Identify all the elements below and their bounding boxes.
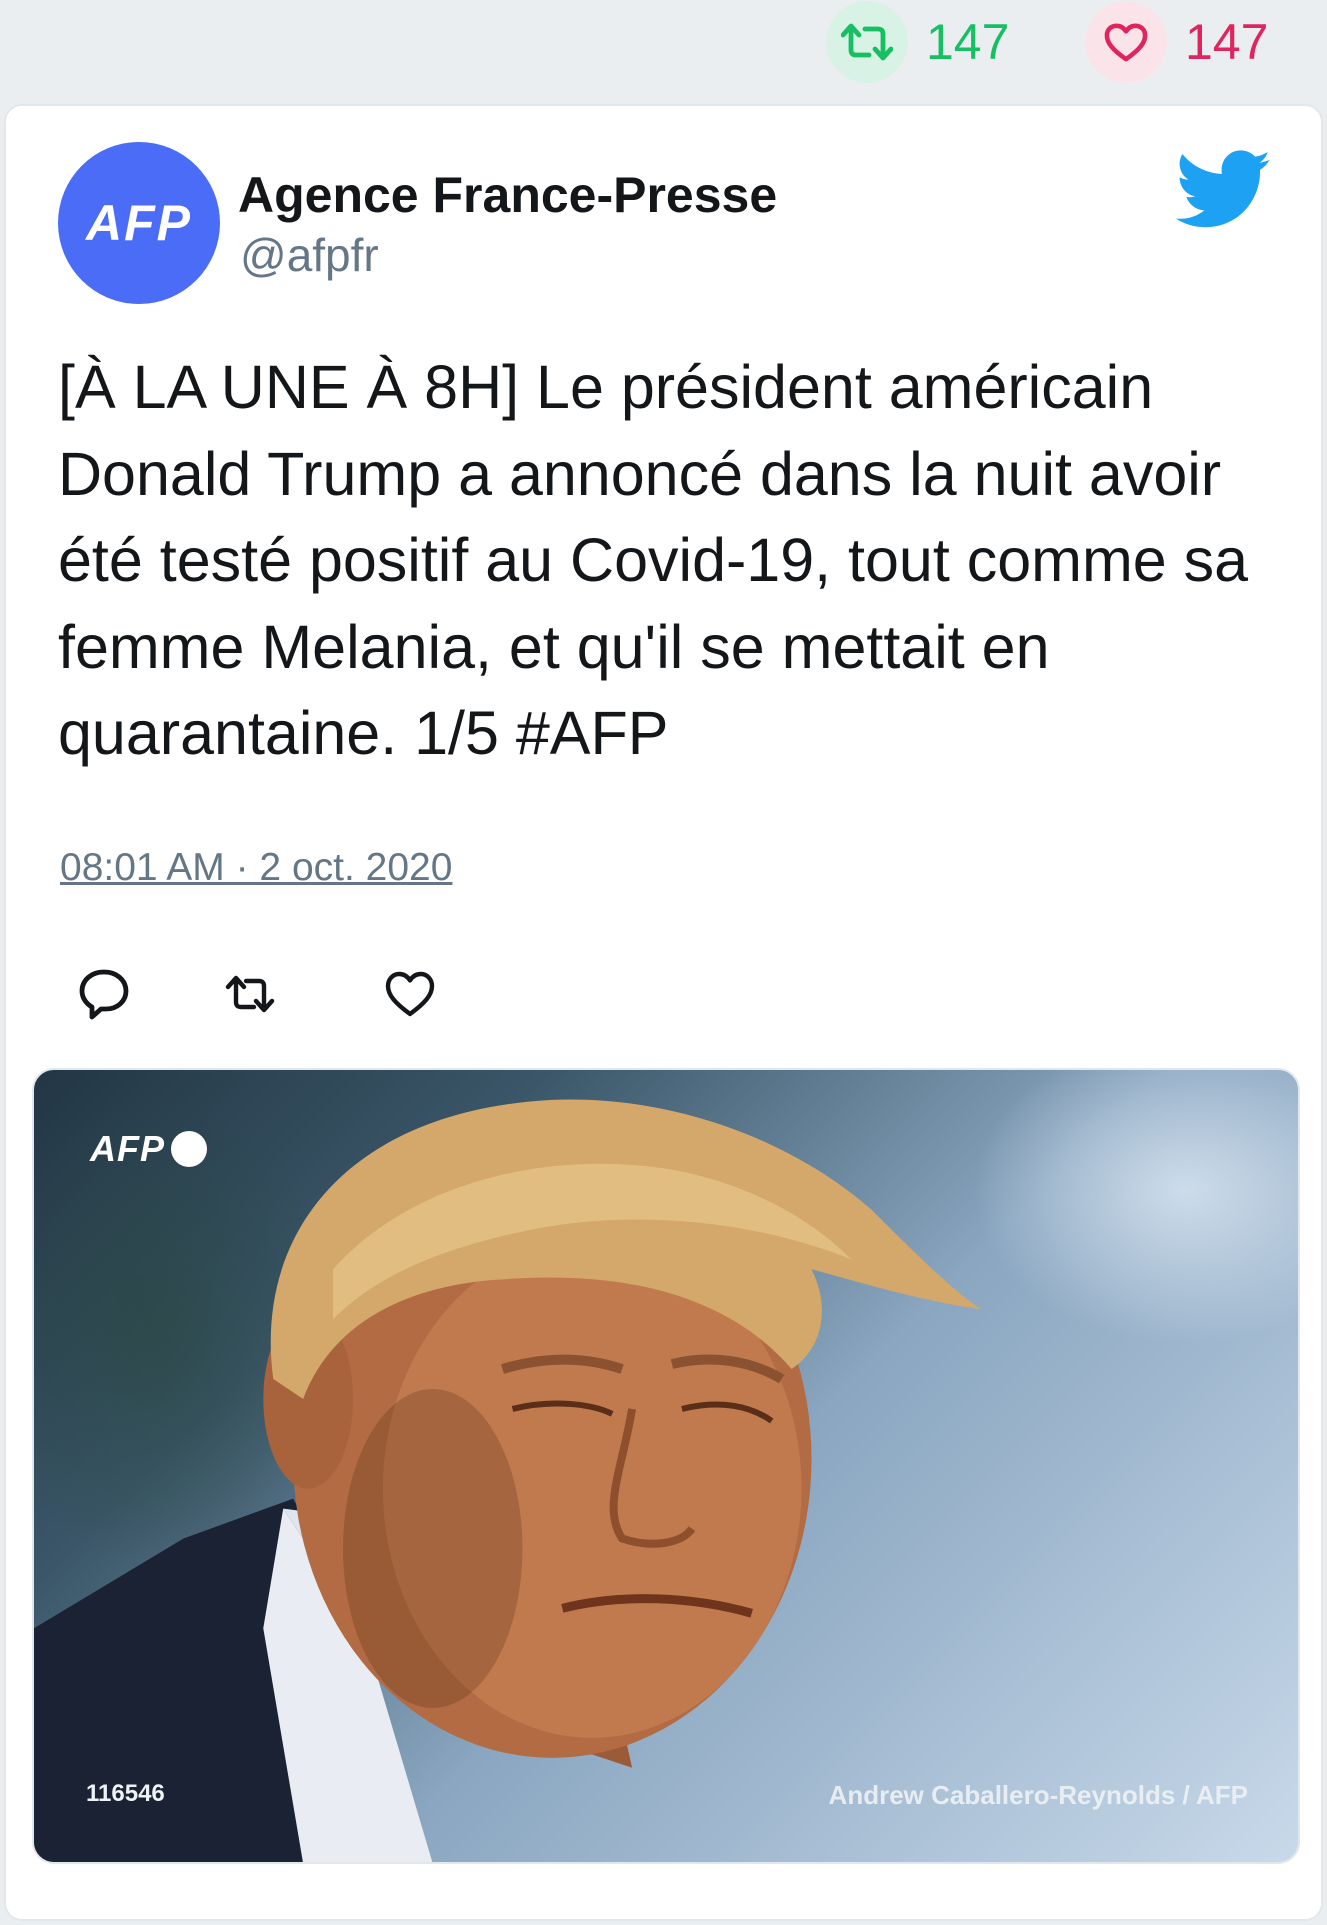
- like-icon[interactable]: [382, 966, 438, 1022]
- like-stat-icon-circle: [1085, 1, 1167, 83]
- author-name[interactable]: Agence France-Presse: [238, 166, 777, 224]
- afp-watermark: AFP: [90, 1128, 207, 1170]
- photo-id: 116546: [86, 1780, 165, 1807]
- retweet-stat-icon-circle: [826, 1, 908, 83]
- twitter-bird-icon[interactable]: [1174, 150, 1274, 230]
- like-count: 147: [1185, 14, 1269, 70]
- tweet-photo[interactable]: AFP 116546 Andrew Caballero-Reynolds / A…: [32, 1068, 1300, 1864]
- retweet-stat[interactable]: 147: [826, 0, 1009, 84]
- retweet-icon[interactable]: [222, 966, 278, 1022]
- tweet-text: [À LA UNE À 8H] Le président américain D…: [58, 353, 1249, 767]
- like-stat[interactable]: 147: [1085, 0, 1268, 84]
- avatar[interactable]: AFP: [58, 142, 220, 304]
- tweet-card[interactable]: AFP Agence France-Presse @afpfr [À LA UN…: [4, 104, 1323, 1921]
- afp-watermark-text: AFP: [90, 1128, 165, 1169]
- photo-credit: Andrew Caballero-Reynolds / AFP: [828, 1780, 1248, 1810]
- tweet-timestamp[interactable]: 08:01 AM · 2 oct. 2020: [60, 846, 452, 890]
- retweet-icon: [841, 23, 893, 61]
- reply-icon[interactable]: [76, 966, 132, 1022]
- heart-icon: [1104, 23, 1148, 62]
- author-handle[interactable]: @afpfr: [240, 228, 379, 282]
- tweet-actions: [76, 966, 496, 1026]
- afp-watermark-dot: [171, 1131, 207, 1167]
- avatar-logo-text: AFP: [86, 195, 192, 251]
- portrait-photo: [34, 1099, 981, 1862]
- retweet-count: 147: [926, 14, 1010, 70]
- engagement-stats: 147 147: [0, 0, 1327, 100]
